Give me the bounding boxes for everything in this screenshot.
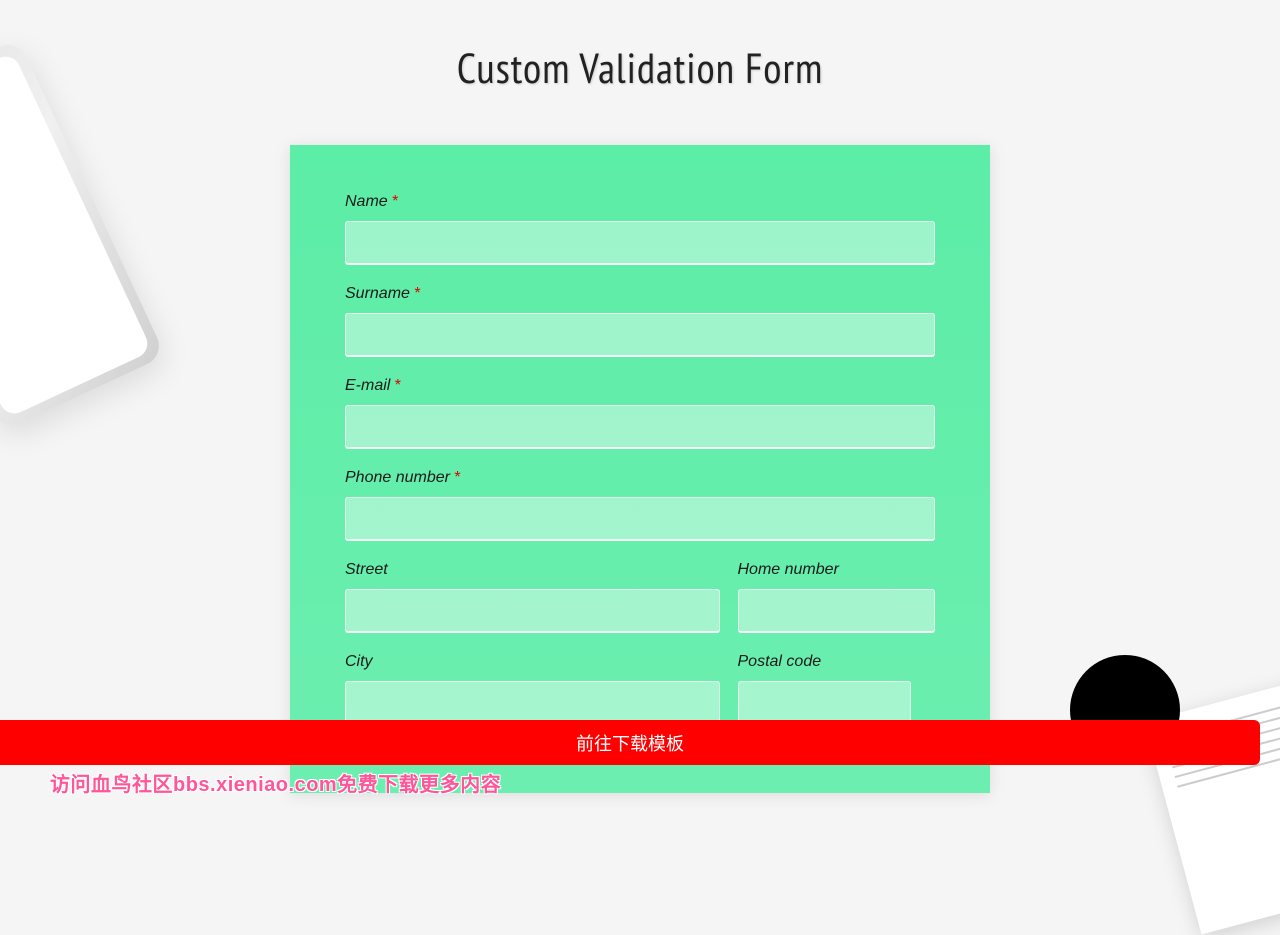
surname-label-text: Surname xyxy=(345,285,410,302)
home-number-label: Home number xyxy=(738,561,936,579)
street-input[interactable] xyxy=(345,589,720,633)
postal-code-label: Postal code xyxy=(738,653,912,671)
phone-label: Phone number * xyxy=(345,469,935,487)
phone-input[interactable] xyxy=(345,497,935,541)
city-input[interactable] xyxy=(345,681,720,725)
download-template-button[interactable]: 前往下载模板 xyxy=(0,720,1260,765)
required-indicator: * xyxy=(414,285,420,302)
required-indicator: * xyxy=(395,377,401,394)
background-phone-decoration xyxy=(0,38,166,431)
download-button-label: 前往下载模板 xyxy=(576,730,684,756)
home-number-input[interactable] xyxy=(738,589,936,633)
surname-input[interactable] xyxy=(345,313,935,357)
watermark-text: 访问血鸟社区bbs.xieniao.com免费下载更多内容 xyxy=(50,768,501,797)
validation-form: Name * Surname * E-mail * Phone number *… xyxy=(290,145,990,793)
email-label-text: E-mail xyxy=(345,377,390,394)
surname-label: Surname * xyxy=(345,285,935,303)
postal-code-input[interactable] xyxy=(738,681,912,725)
required-indicator: * xyxy=(454,469,460,486)
phone-label-text: Phone number xyxy=(345,469,450,486)
email-input[interactable] xyxy=(345,405,935,449)
street-label: Street xyxy=(345,561,720,579)
city-label: City xyxy=(345,653,720,671)
required-indicator: * xyxy=(392,193,398,210)
name-label-text: Name xyxy=(345,193,388,210)
name-label: Name * xyxy=(345,193,935,211)
email-label: E-mail * xyxy=(345,377,935,395)
name-input[interactable] xyxy=(345,221,935,265)
page-title: Custom Validation Form xyxy=(0,0,1280,95)
